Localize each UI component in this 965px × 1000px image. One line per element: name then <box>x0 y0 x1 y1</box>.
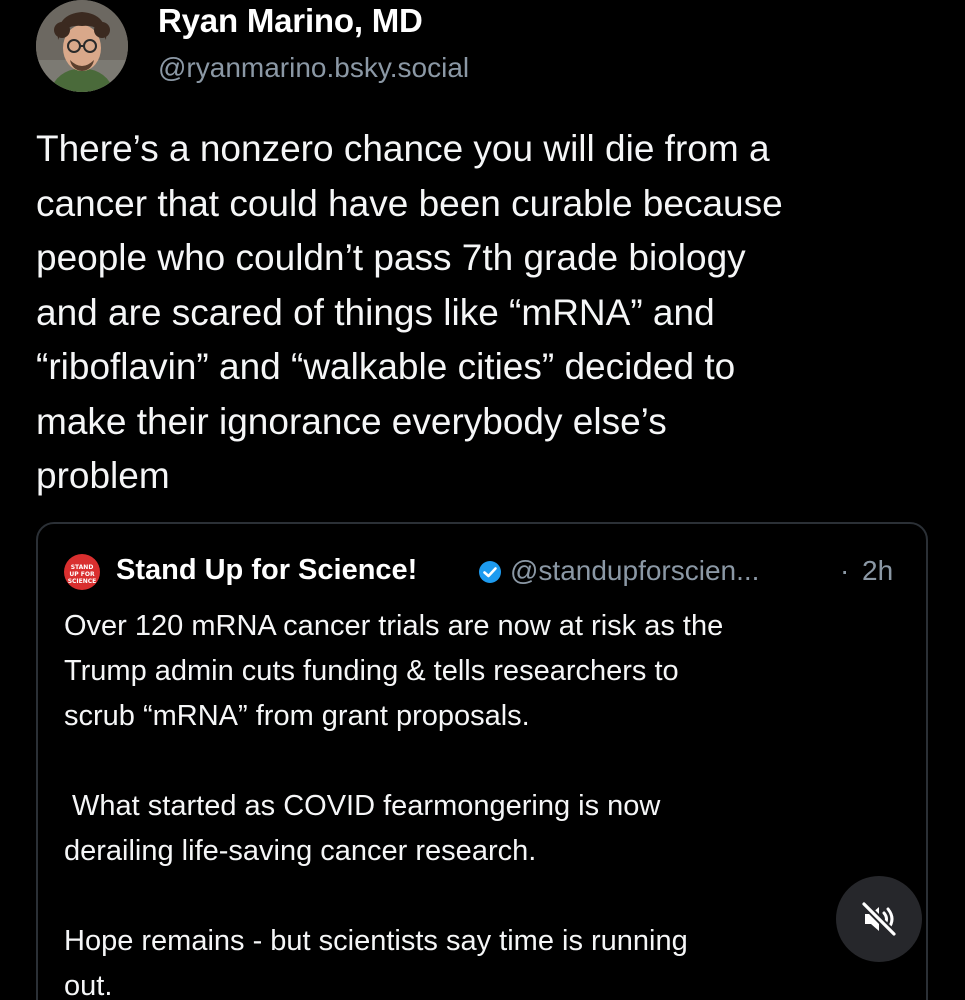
author-handle[interactable]: @ryanmarino.bsky.social <box>158 52 469 84</box>
post: Ryan Marino, MD @ryanmarino.bsky.social … <box>0 0 965 1000</box>
quoted-text-line: scrub “mRNA” from grant proposals. <box>64 700 530 732</box>
quoted-text-line: out. <box>64 970 113 1000</box>
quoted-avatar-logo-text: STAND UP FOR SCIENCE <box>67 564 97 585</box>
post-text-line: make their ignorance everybody else’s <box>36 400 667 442</box>
avatar-photo <box>36 0 128 92</box>
quoted-text-line: Trump admin cuts funding & tells researc… <box>64 655 679 687</box>
quoted-text-line: derailing life-saving cancer research. <box>64 835 537 867</box>
author-name[interactable]: Ryan Marino, MD <box>158 2 423 40</box>
post-text-line: “riboflavin” and “walkable cities” decid… <box>36 346 736 387</box>
meta-separator: · <box>840 555 850 586</box>
verified-badge-icon <box>479 561 501 583</box>
post-text-line: and are scared of things like “mRNA” and <box>36 291 715 333</box>
quoted-text-line: What started as COVID fearmongering is n… <box>64 790 661 822</box>
author-avatar[interactable] <box>36 0 128 92</box>
post-text-line: problem <box>36 455 170 496</box>
quoted-post-card[interactable]: STAND UP FOR SCIENCE Stand Up for Scienc… <box>36 522 928 1000</box>
post-text-line: people who couldn’t pass 7th grade biolo… <box>36 237 746 278</box>
speaker-muted-icon <box>860 900 898 938</box>
quoted-text-line <box>64 874 914 919</box>
quoted-author-name[interactable]: Stand Up for Science! <box>116 554 417 587</box>
quoted-text-line: Over 120 mRNA cancer trials are now at r… <box>64 610 724 642</box>
quoted-text-line <box>64 739 914 784</box>
quoted-post-text: Over 120 mRNA cancer trials are now at r… <box>64 604 914 1000</box>
quoted-text-line: Hope remains - but scientists say time i… <box>64 925 688 957</box>
quoted-author-avatar[interactable]: STAND UP FOR SCIENCE <box>64 554 100 590</box>
mute-button[interactable] <box>836 876 922 962</box>
post-text: There’s a nonzero chance you will die fr… <box>36 122 936 504</box>
quoted-author-handle[interactable]: @standupforscien... <box>510 555 759 587</box>
post-text-line: There’s a nonzero chance you will die fr… <box>36 128 770 169</box>
post-text-line: cancer that could have been curable beca… <box>36 182 783 224</box>
quoted-post-timestamp[interactable]: 2h <box>862 555 893 587</box>
